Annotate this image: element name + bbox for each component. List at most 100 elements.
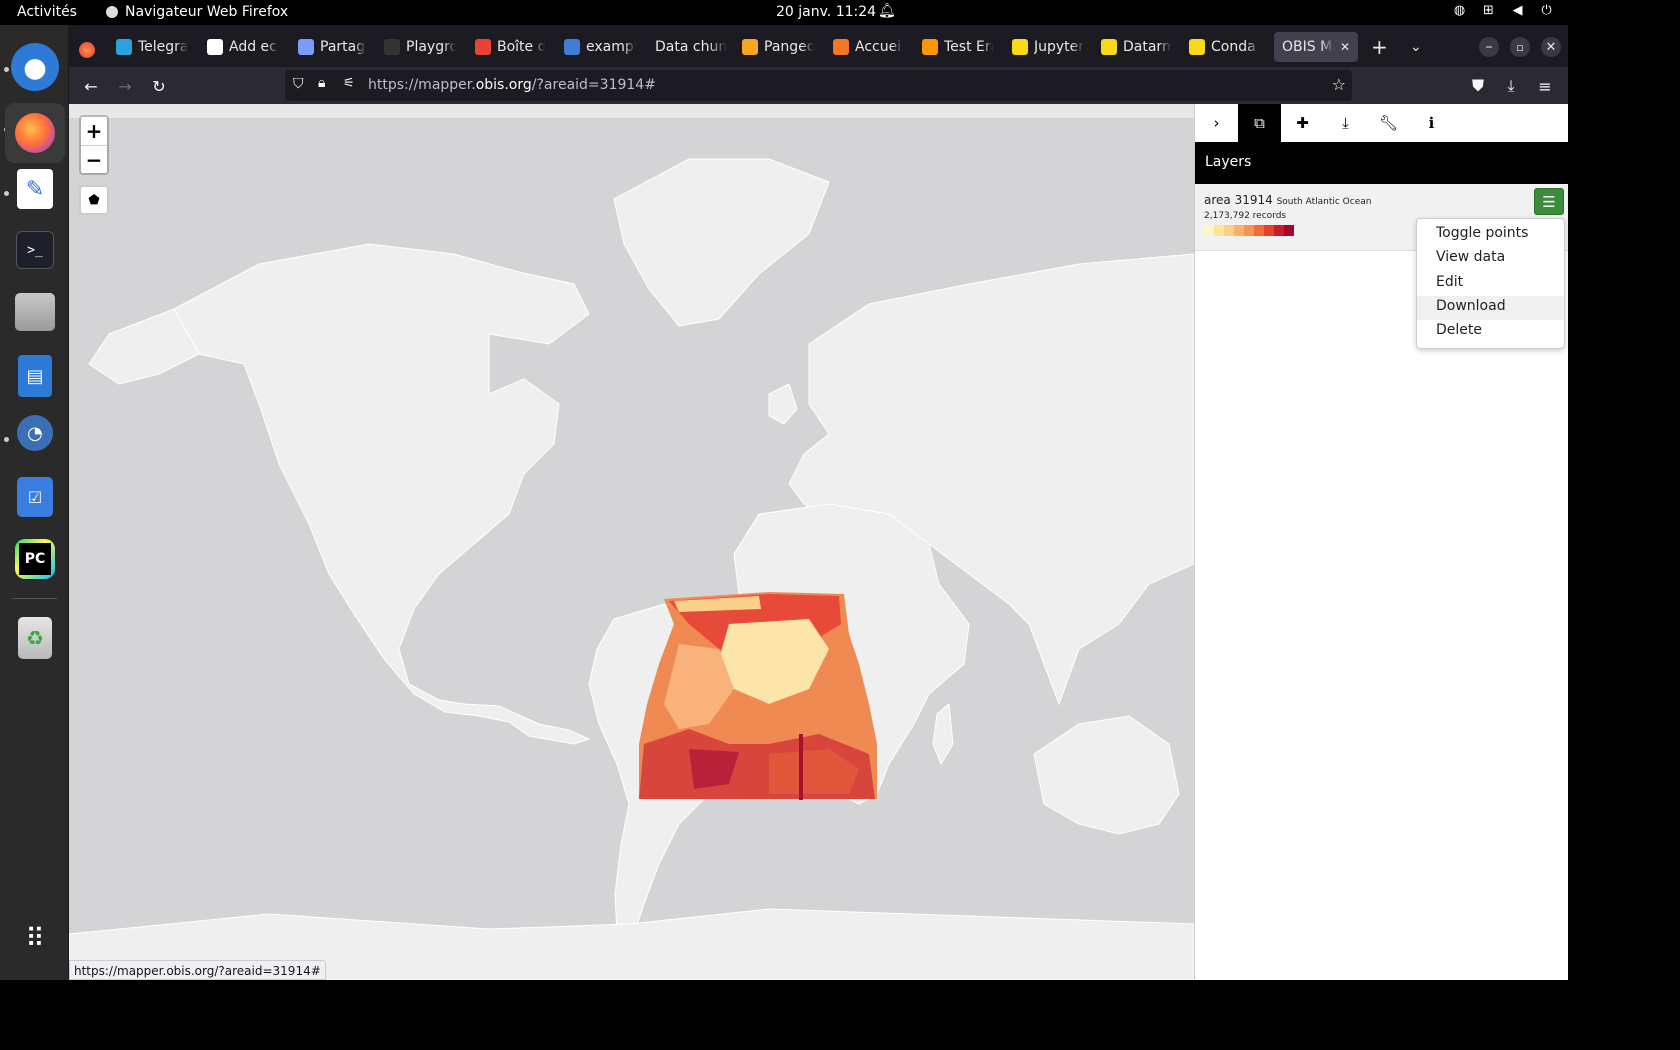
tab-9[interactable]: Test Era xyxy=(922,32,994,62)
tab-11[interactable]: Datarm xyxy=(1101,32,1171,62)
downloads-icon[interactable]: ⤓ xyxy=(1496,71,1526,101)
activities-button[interactable]: Activités xyxy=(17,4,77,20)
layers-icon[interactable]: ⧉ xyxy=(1238,104,1281,142)
map-canvas[interactable]: + − ⬟ xyxy=(69,104,1194,980)
legend-swatch xyxy=(1264,225,1274,236)
tab-label: Data chunk xyxy=(655,39,727,55)
tab-label: example xyxy=(586,39,636,55)
zoom-out-button[interactable]: − xyxy=(81,145,107,173)
minimize-button[interactable]: – xyxy=(1479,32,1499,62)
tab-favicon-icon xyxy=(833,39,849,55)
tab-label: OBIS Map xyxy=(1282,39,1334,55)
tab-label: Accueil xyxy=(855,39,903,55)
running-indicator xyxy=(4,191,9,196)
tab-list-chevron-icon[interactable]: ⌄ xyxy=(1410,32,1422,62)
tab-favicon-icon xyxy=(922,39,938,55)
tab-3[interactable]: Playgro xyxy=(384,32,456,62)
tab-6[interactable]: Data chunk xyxy=(655,32,727,62)
firefox-view-icon[interactable] xyxy=(79,35,95,65)
legend-swatch xyxy=(1214,225,1224,236)
basemap xyxy=(69,104,1194,980)
tab-12[interactable]: Conda s xyxy=(1189,32,1259,62)
close-tab-icon[interactable]: ✕ xyxy=(1340,40,1350,54)
tab-favicon-icon xyxy=(1189,39,1205,55)
layer-title: area 31914 South Atlantic Ocean xyxy=(1204,193,1371,207)
tab-13[interactable]: OBIS Map ✕ xyxy=(1274,32,1358,62)
tab-2[interactable]: Partage xyxy=(298,32,366,62)
volume-icon[interactable]: ◀ xyxy=(1510,3,1525,18)
tab-favicon-icon xyxy=(1101,39,1117,55)
menu-item-download[interactable]: Download xyxy=(1417,295,1564,321)
permissions-icon[interactable]: ⚟ xyxy=(343,76,355,91)
add-layer-icon[interactable]: ✚ xyxy=(1281,104,1324,142)
tab-favicon-icon xyxy=(564,39,580,55)
accessibility-icon[interactable]: ◍ xyxy=(1452,3,1467,18)
legend-swatch xyxy=(1204,225,1214,236)
menu-item-edit[interactable]: Edit xyxy=(1417,272,1564,296)
tab-label: Add eco xyxy=(229,39,279,55)
thunderbird-icon[interactable] xyxy=(11,43,59,91)
tab-label: Conda s xyxy=(1211,39,1259,55)
writer-icon[interactable]: ▤ xyxy=(18,355,52,397)
menu-item-delete[interactable]: Delete xyxy=(1417,320,1564,344)
focused-app-indicator[interactable]: Navigateur Web Firefox xyxy=(106,4,288,20)
side-panel: › ⧉ ✚ ⤓ 🔧︎ ℹ Layers area 31914 South Atl… xyxy=(1194,104,1568,980)
forward-arrow-icon[interactable]: → xyxy=(110,71,140,101)
tab-label: Pangeo xyxy=(764,39,814,55)
files-icon[interactable] xyxy=(15,293,55,331)
tab-8[interactable]: Accueil xyxy=(833,32,903,62)
legend-swatch xyxy=(1234,225,1244,236)
firefox-small-icon xyxy=(106,6,118,18)
system-tray[interactable]: ◍ ⊞ ◀ ⏻ xyxy=(1452,3,1554,18)
pycharm-logo: PC xyxy=(19,543,51,575)
trash-icon[interactable]: ♻ xyxy=(18,617,52,659)
terminal-icon[interactable]: >_ xyxy=(16,231,54,269)
tab-10[interactable]: Jupyter xyxy=(1012,32,1084,62)
tab-favicon-icon xyxy=(298,39,314,55)
show-apps-icon[interactable]: ⠿ xyxy=(17,921,53,957)
tab-0[interactable]: Telegram xyxy=(116,32,188,62)
layer-legend xyxy=(1204,225,1294,236)
download-icon[interactable]: ⤓ xyxy=(1324,104,1367,142)
info-icon[interactable]: ℹ xyxy=(1410,104,1453,142)
tab-5[interactable]: example xyxy=(564,32,636,62)
tab-1[interactable]: Add eco xyxy=(207,32,279,62)
wrench-icon[interactable]: 🔧︎ xyxy=(1367,104,1410,142)
app-menu-icon[interactable]: ≡ xyxy=(1530,71,1560,101)
tab-favicon-icon xyxy=(1012,39,1028,55)
firefox-icon[interactable] xyxy=(5,103,65,163)
collapse-chevron-icon[interactable]: › xyxy=(1195,104,1238,142)
tab-7[interactable]: Pangeo xyxy=(742,32,814,62)
draw-polygon-icon[interactable]: ⬟ xyxy=(79,185,109,215)
timer-icon[interactable]: ◔ xyxy=(17,415,53,451)
running-indicator xyxy=(4,67,9,72)
bell-icon: 🔔︎ xyxy=(878,3,896,19)
bookmark-star-icon[interactable]: ☆ xyxy=(1332,75,1346,94)
network-icon[interactable]: ⊞ xyxy=(1481,3,1496,18)
navigation-bar: ← → ↻ ⛉ 🔒︎ ⚟ https://mapper.obis.org/?ar… xyxy=(69,67,1568,104)
tab-label: Test Era xyxy=(944,39,994,55)
maximize-button[interactable]: ▫ xyxy=(1510,32,1530,62)
tab-4[interactable]: Boîte de xyxy=(475,32,545,62)
lock-icon[interactable]: 🔒︎ xyxy=(318,75,325,91)
tab-favicon-icon xyxy=(116,39,132,55)
system-top-bar: Activités Navigateur Web Firefox 20 janv… xyxy=(0,0,1568,25)
pycharm-icon[interactable]: PC xyxy=(15,539,55,579)
reload-icon[interactable]: ↻ xyxy=(144,71,174,101)
clock[interactable]: 20 janv. 11:24 xyxy=(776,4,876,20)
new-tab-button[interactable]: + xyxy=(1371,32,1388,62)
menu-item-view-data[interactable]: View data xyxy=(1417,247,1564,271)
tab-strip: Telegram Add eco Partage Playgro Boîte de exa… xyxy=(69,25,1568,67)
close-window-button[interactable]: ✕ xyxy=(1541,32,1561,62)
power-icon[interactable]: ⏻ xyxy=(1539,3,1554,18)
shield-icon[interactable]: ⛉ xyxy=(293,76,304,92)
back-arrow-icon[interactable]: ← xyxy=(76,71,106,101)
pocket-icon[interactable]: ⛊ xyxy=(1463,71,1493,101)
url-text[interactable]: https://mapper.obis.org/?areaid=31914# xyxy=(368,77,656,93)
menu-item-toggle-points[interactable]: Toggle points xyxy=(1417,223,1564,247)
tasks-icon[interactable]: ☑ xyxy=(17,477,53,517)
zoom-in-button[interactable]: + xyxy=(81,117,107,145)
url-bar[interactable]: ⛉ 🔒︎ ⚟ https://mapper.obis.org/?areaid=3… xyxy=(285,70,1352,101)
text-editor-icon[interactable]: ✎ xyxy=(17,169,53,209)
layer-menu-button[interactable]: ☰ xyxy=(1534,188,1564,215)
